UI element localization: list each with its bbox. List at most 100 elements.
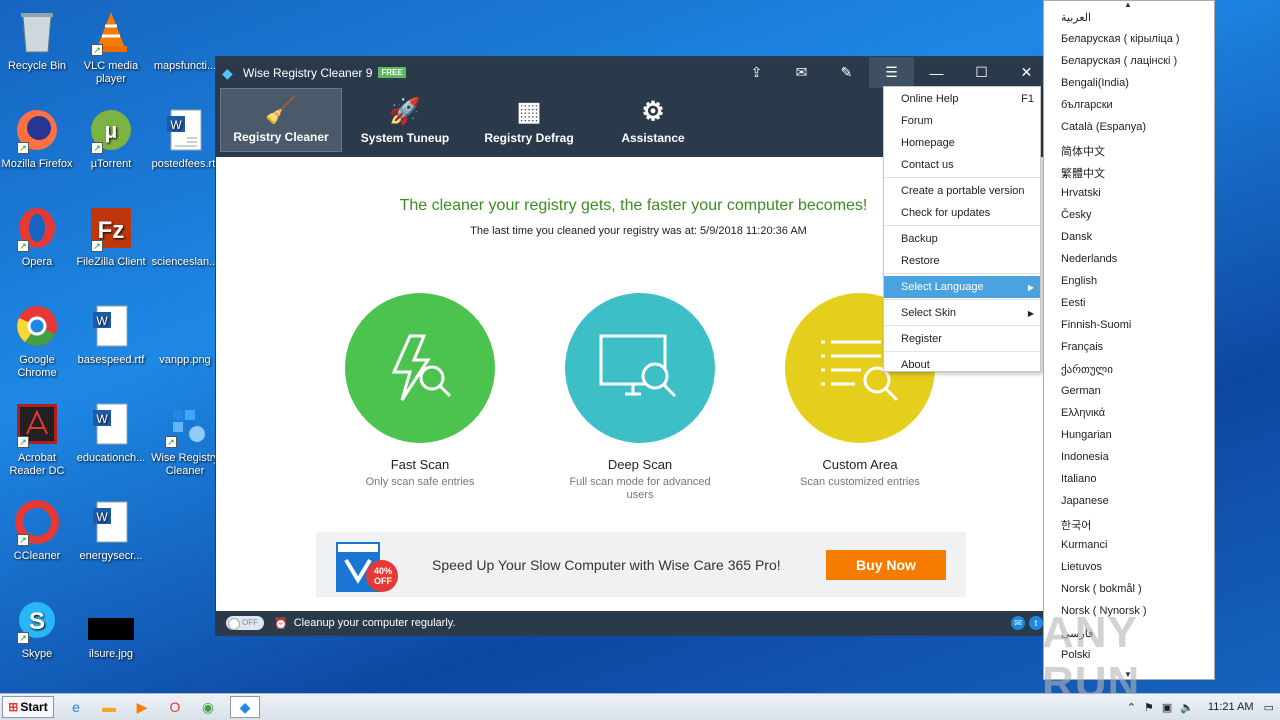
language-item[interactable]: 한국어	[1061, 517, 1091, 533]
desktop-icon-vanpp[interactable]: vanpp.png	[148, 302, 222, 367]
deep-scan-option[interactable]: Deep Scan Full scan mode for advanced us…	[555, 293, 725, 502]
language-item[interactable]: ქართული	[1061, 363, 1113, 376]
tab-label: Registry Defrag	[484, 131, 574, 145]
language-item[interactable]: Ελληνικά	[1061, 407, 1105, 419]
volume-icon[interactable]: 🔈	[1180, 701, 1194, 714]
minimize-button[interactable]: —	[914, 57, 959, 88]
desktop-icon-label: postedfees.rtf	[151, 158, 219, 170]
desktop-icon-vlc[interactable]: ↗ VLC media player	[74, 8, 148, 86]
language-item[interactable]: Italiano	[1061, 473, 1096, 485]
network-icon[interactable]: ▣	[1162, 701, 1172, 714]
fast-scan-option[interactable]: Fast Scan Only scan safe entries	[335, 293, 505, 489]
desktop-icon-postedfees[interactable]: W postedfees.rtf	[148, 106, 222, 171]
ie-icon[interactable]: e	[65, 696, 87, 718]
language-item[interactable]: български	[1061, 99, 1113, 111]
twitter-icon[interactable]: t	[1029, 616, 1043, 630]
opera-taskbar-icon[interactable]: O	[164, 696, 186, 718]
language-item[interactable]: German	[1061, 385, 1101, 397]
language-item[interactable]: English	[1061, 275, 1097, 287]
menu-item-backup[interactable]: Backup	[884, 228, 1040, 250]
language-item[interactable]: Kurmanci	[1061, 539, 1107, 551]
scan-desc: Only scan safe entries	[365, 476, 475, 488]
media-player-icon[interactable]: ▶	[131, 696, 153, 718]
desktop-icon-skype[interactable]: S ↗ Skype	[0, 596, 74, 661]
menu-item-online-help[interactable]: Online Help F1	[884, 88, 1040, 110]
menu-item-select-language[interactable]: Select Language ▶	[884, 276, 1040, 298]
show-desktop-icon[interactable]: ▭	[1264, 701, 1274, 714]
language-item[interactable]: Беларуская ( лацінскі )	[1061, 55, 1177, 67]
tab-registry-cleaner[interactable]: 🧹 Registry Cleaner	[220, 88, 342, 152]
deep-scan-icon	[565, 293, 715, 443]
schedule-toggle[interactable]: OFF	[226, 616, 264, 630]
desktop-icon-recycle-bin[interactable]: Recycle Bin	[0, 8, 74, 73]
tools-icon[interactable]: ✎	[824, 57, 869, 88]
language-item[interactable]: Česky	[1061, 209, 1092, 221]
explorer-icon[interactable]: ▬	[98, 696, 120, 718]
language-item[interactable]: Eesti	[1061, 297, 1085, 309]
language-item[interactable]: Беларуская ( кірыліца )	[1061, 33, 1180, 45]
language-item[interactable]: Français	[1061, 341, 1103, 353]
language-item[interactable]: Bengali(India)	[1061, 77, 1129, 89]
maximize-button[interactable]: ☐	[959, 57, 1004, 88]
menu-item-select-skin[interactable]: Select Skin ▶	[884, 302, 1040, 324]
desktop-icon-mapsfunctions[interactable]: mapsfuncti...	[148, 8, 222, 73]
language-item[interactable]: Norsk ( bokmål )	[1061, 583, 1142, 595]
language-item[interactable]: 繁體中文	[1061, 165, 1105, 181]
promo-text: Speed Up Your Slow Computer with Wise Ca…	[432, 556, 781, 573]
scroll-up-icon[interactable]: ▲	[1124, 1, 1132, 9]
ccleaner-icon: ↗	[13, 498, 61, 546]
language-item[interactable]: Japanese	[1061, 495, 1109, 507]
wise-registry-taskbar-icon[interactable]: ◆	[230, 696, 260, 718]
desktop-icon-wise-registry[interactable]: ↗ Wise Registry Cleaner	[148, 400, 222, 478]
wise-registry-icon: ↗	[161, 400, 209, 448]
language-item[interactable]: Dansk	[1061, 231, 1092, 243]
menu-item-check-updates[interactable]: Check for updates	[884, 202, 1040, 224]
language-item[interactable]: العربية	[1061, 11, 1091, 24]
menu-item-contact-us[interactable]: Contact us	[884, 154, 1040, 176]
language-item[interactable]: Finnish-Suomi	[1061, 319, 1131, 331]
start-button[interactable]: ⊞ Start	[2, 696, 54, 718]
desktop-icon-filezilla[interactable]: Fz ↗ FileZilla Client	[74, 204, 148, 269]
feedback-icon[interactable]: ✉	[779, 57, 824, 88]
action-center-icon[interactable]: ⚑	[1144, 701, 1154, 714]
language-item[interactable]: Lietuvos	[1061, 561, 1102, 573]
language-item[interactable]: Hrvatski	[1061, 187, 1101, 199]
desktop-icon-ilsure[interactable]: ilsure.jpg	[74, 596, 148, 661]
desktop-icon-energysecr[interactable]: W energysecr...	[74, 498, 148, 563]
svg-text:µ: µ	[105, 118, 118, 143]
tab-assistance[interactable]: ⚙ Assistance	[592, 88, 714, 152]
language-item[interactable]: 简体中文	[1061, 143, 1105, 159]
menu-item-homepage[interactable]: Homepage	[884, 132, 1040, 154]
desktop-icon-utorrent[interactable]: µ ↗ µTorrent	[74, 106, 148, 171]
language-item[interactable]: Indonesia	[1061, 451, 1109, 463]
menu-item-portable[interactable]: Create a portable version	[884, 180, 1040, 202]
tab-system-tuneup[interactable]: 🚀 System Tuneup	[344, 88, 466, 152]
desktop-icon-scienceslan[interactable]: scienceslan...	[148, 204, 222, 269]
language-item[interactable]: Català (Espanya)	[1061, 121, 1146, 133]
desktop-icon-label: µTorrent	[90, 158, 132, 170]
menu-icon[interactable]: ☰	[869, 57, 914, 88]
language-item[interactable]: Hungarian	[1061, 429, 1112, 441]
desktop-icon-educationch[interactable]: W educationch...	[74, 400, 148, 465]
desktop-icon-basespeed[interactable]: W basespeed.rtf	[74, 302, 148, 367]
menu-item-restore[interactable]: Restore	[884, 250, 1040, 272]
desktop-icon-opera[interactable]: ↗ Opera	[0, 204, 74, 269]
desktop-icon-acrobat[interactable]: ↗ Acrobat Reader DC	[0, 400, 74, 478]
buy-now-button[interactable]: Buy Now	[826, 549, 946, 580]
desktop-icon-chrome[interactable]: Google Chrome	[0, 302, 74, 380]
menu-item-forum[interactable]: Forum	[884, 110, 1040, 132]
skype-icon: S ↗	[13, 596, 61, 644]
email-icon[interactable]: ✉	[1011, 616, 1025, 630]
menu-item-register[interactable]: Register	[884, 328, 1040, 350]
tray-expand-icon[interactable]: ⌃	[1127, 701, 1136, 714]
chrome-taskbar-icon[interactable]: ◉	[197, 696, 219, 718]
tab-registry-defrag[interactable]: ▦ Registry Defrag	[468, 88, 590, 152]
desktop-icon-ccleaner[interactable]: ↗ CCleaner	[0, 498, 74, 563]
menu-item-label: About	[901, 359, 930, 371]
desktop-icon-label: educationch...	[76, 452, 146, 464]
upgrade-icon[interactable]: ⇪	[734, 57, 779, 88]
language-item[interactable]: Nederlands	[1061, 253, 1117, 265]
desktop-icon-firefox[interactable]: ↗ Mozilla Firefox	[0, 106, 74, 171]
menu-item-about[interactable]: About	[884, 354, 1040, 376]
clock[interactable]: 11:21 AM	[1208, 701, 1254, 713]
